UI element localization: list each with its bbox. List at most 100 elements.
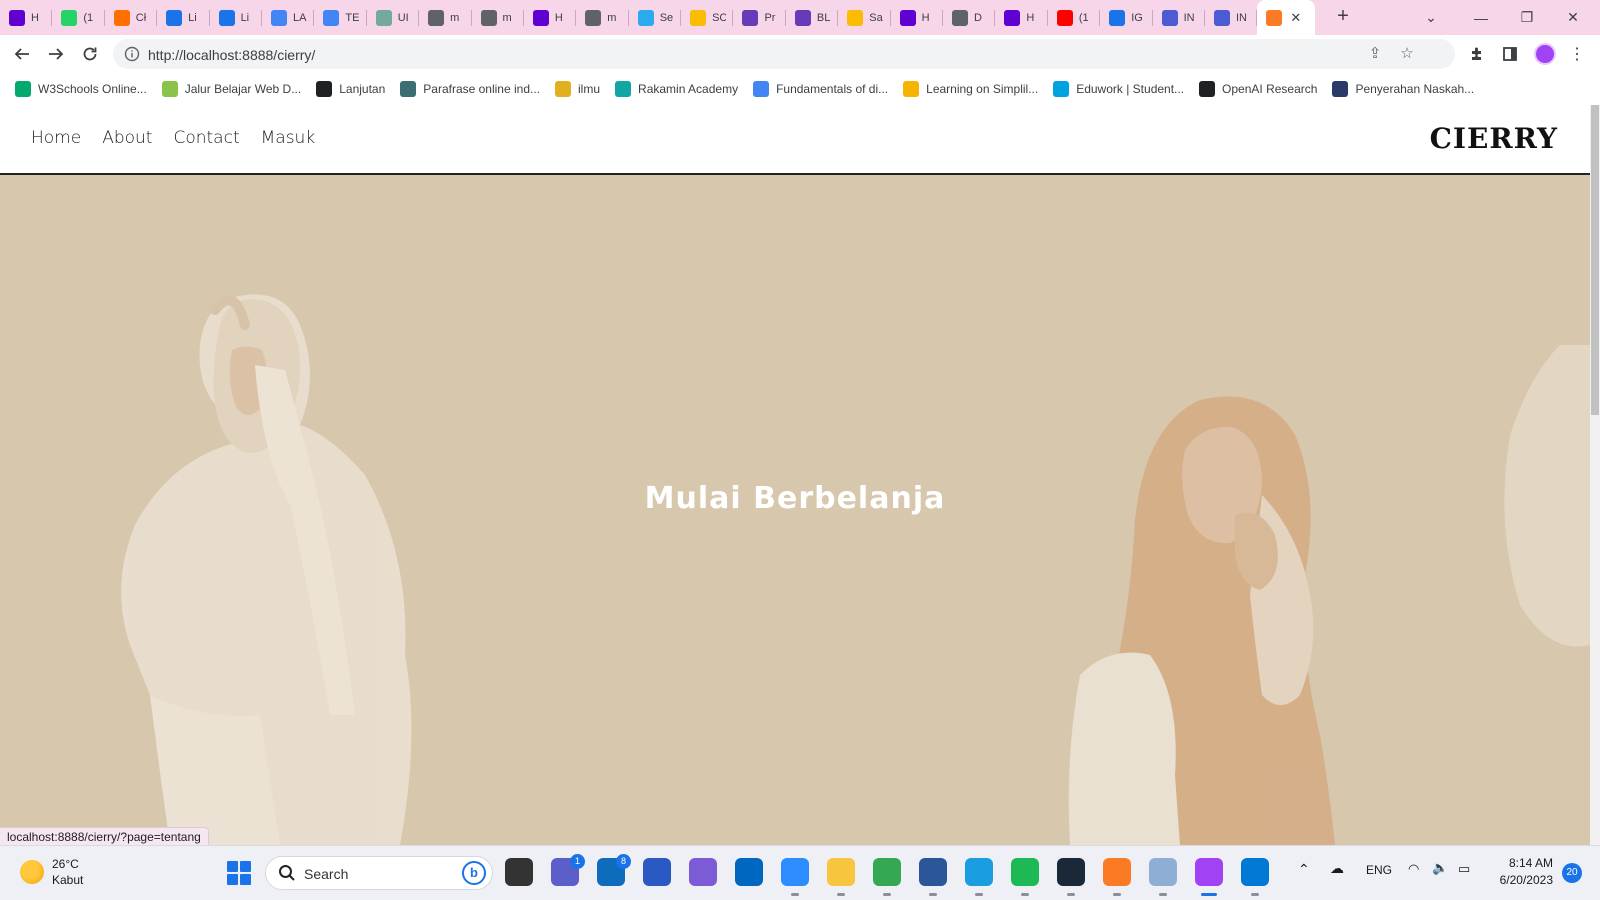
hero-title[interactable]: Mulai Berbelanja — [0, 481, 1590, 516]
spotify-icon[interactable] — [1011, 858, 1039, 896]
share-icon[interactable]: ⇪ — [1366, 45, 1384, 63]
browser-tab[interactable]: Sa — [838, 0, 891, 35]
browser-tab[interactable]: TE — [314, 0, 367, 35]
bookmark-item[interactable]: Lanjutan — [316, 81, 385, 97]
nav-link-home[interactable]: Home — [31, 128, 81, 148]
wifi-icon[interactable]: ◠ — [1408, 861, 1419, 877]
menu-kebab-icon[interactable]: ⋮ — [1566, 43, 1588, 65]
copilot-icon[interactable] — [689, 858, 717, 886]
running-indicator — [1201, 893, 1217, 896]
browser-tab[interactable]: m — [472, 0, 524, 35]
xampp-icon[interactable] — [1103, 858, 1131, 896]
minimize-icon[interactable]: — — [1458, 0, 1504, 35]
browser-tab[interactable]: (1 — [1048, 0, 1101, 35]
bookmark-item[interactable]: W3Schools Online... — [15, 81, 147, 97]
browser-tab[interactable]: D — [943, 0, 996, 35]
tab-favicon-icon — [166, 9, 183, 26]
profile-avatar[interactable] — [1534, 43, 1556, 65]
explorer-icon[interactable] — [827, 858, 855, 896]
reload-icon[interactable] — [77, 41, 103, 67]
tab-title: (1 — [1078, 11, 1089, 24]
store-icon[interactable] — [735, 858, 763, 886]
battery-icon[interactable]: ▭ — [1458, 861, 1470, 877]
new-tab-button[interactable]: + — [1332, 6, 1354, 28]
mail-icon[interactable]: 8 — [597, 854, 631, 886]
back-icon[interactable] — [9, 41, 35, 67]
bookmark-item[interactable]: Parafrase online ind... — [400, 81, 540, 97]
brand-logo[interactable]: CIERRY — [1430, 122, 1558, 155]
url-text[interactable]: http://localhost:8888/cierry/ — [148, 47, 315, 63]
steam-icon[interactable] — [1057, 858, 1085, 896]
running-indicator — [1021, 893, 1029, 896]
browser-tab[interactable]: H — [891, 0, 944, 35]
notification-badge[interactable]: 20 — [1562, 863, 1582, 883]
zoom-icon[interactable] — [781, 858, 809, 896]
nav-link-about[interactable]: About — [102, 128, 152, 148]
math-icon[interactable] — [643, 858, 671, 886]
address-bar[interactable]: http://localhost:8888/cierry/ ⇪ ☆ — [113, 39, 1455, 69]
search-placeholder[interactable]: Search — [304, 866, 348, 882]
bookmark-item[interactable]: Jalur Belajar Web D... — [161, 81, 301, 97]
bookmark-item[interactable]: Learning on Simplil... — [903, 81, 1038, 97]
taskbar-search[interactable]: Search b — [265, 856, 493, 890]
browser-tab[interactable]: LA — [262, 0, 315, 35]
onedrive-icon[interactable]: ☁ — [1330, 860, 1344, 877]
browser-tab-active[interactable]: ✕ — [1257, 0, 1316, 35]
tab-search-icon[interactable]: ⌄ — [1408, 0, 1454, 35]
task-view-icon[interactable] — [505, 858, 533, 886]
show-hidden-icons[interactable]: ⌃ — [1298, 861, 1310, 878]
forward-icon[interactable] — [43, 41, 69, 67]
browser-tab[interactable]: Cł — [105, 0, 158, 35]
close-window-icon[interactable]: ✕ — [1550, 0, 1596, 35]
browser-tab[interactable]: IN — [1153, 0, 1205, 35]
browser-tab[interactable]: SC — [681, 0, 734, 35]
chrome-profile-icon[interactable] — [1195, 858, 1223, 896]
bookmark-item[interactable]: OpenAI Research — [1199, 81, 1317, 97]
word-icon[interactable] — [919, 858, 947, 896]
language-indicator[interactable]: ENG — [1366, 863, 1392, 877]
site-info-icon[interactable] — [124, 46, 140, 62]
extensions-icon[interactable] — [1466, 43, 1488, 65]
browser-tab[interactable]: IG — [1100, 0, 1153, 35]
browser-tab[interactable]: Li — [157, 0, 210, 35]
tab-title: H — [921, 11, 930, 24]
teams-icon[interactable]: 1 — [551, 854, 585, 886]
bing-icon[interactable]: b — [462, 861, 486, 885]
restore-icon[interactable]: ❐ — [1504, 0, 1550, 35]
browser-tab[interactable]: (1 — [52, 0, 105, 35]
bookmark-star-icon[interactable]: ☆ — [1398, 45, 1416, 63]
browser-tab[interactable]: H — [524, 0, 577, 35]
browser-tab[interactable]: Pr — [733, 0, 786, 35]
close-tab-icon[interactable]: ✕ — [1290, 10, 1301, 26]
tab-title: Cł — [135, 11, 147, 24]
bookmark-item[interactable]: Fundamentals of di... — [753, 81, 888, 97]
weather-widget[interactable]: 26°C Kabut — [20, 856, 83, 888]
weather-text: 26°C Kabut — [52, 856, 83, 888]
bookmark-item[interactable]: Rakamin Academy — [615, 81, 738, 97]
side-panel-icon[interactable] — [1499, 43, 1521, 65]
chrome-icon[interactable] — [873, 858, 901, 896]
monitor-icon[interactable] — [1149, 858, 1177, 896]
browser-tab[interactable]: Li — [210, 0, 262, 35]
nav-link-masuk[interactable]: Masuk — [261, 128, 316, 148]
tab-favicon-icon — [61, 9, 78, 26]
browser-tab[interactable]: BL — [786, 0, 839, 35]
bookmark-item[interactable]: Eduwork | Student... — [1053, 81, 1184, 97]
page-scrollbar[interactable] — [1590, 105, 1600, 845]
browser-tab[interactable]: UI — [367, 0, 420, 35]
nav-link-contact[interactable]: Contact — [173, 128, 239, 148]
bookmark-item[interactable]: Penyerahan Naskah... — [1332, 81, 1474, 97]
scrollbar-thumb[interactable] — [1591, 105, 1599, 415]
start-button[interactable] — [227, 861, 251, 885]
browser-tab[interactable]: H — [995, 0, 1048, 35]
browser-tab[interactable]: m — [419, 0, 472, 35]
system-clock[interactable]: 8:14 AM 6/20/2023 — [1487, 855, 1553, 889]
browser-tab[interactable]: Se — [629, 0, 682, 35]
browser-tab[interactable]: H — [0, 0, 53, 35]
browser-tab[interactable]: IN — [1205, 0, 1258, 35]
edge-icon[interactable] — [965, 858, 993, 896]
bookmark-item[interactable]: ilmu — [555, 81, 600, 97]
vscode-icon[interactable] — [1241, 858, 1269, 896]
volume-icon[interactable]: 🔈 — [1432, 860, 1448, 876]
browser-tab[interactable]: m — [576, 0, 629, 35]
